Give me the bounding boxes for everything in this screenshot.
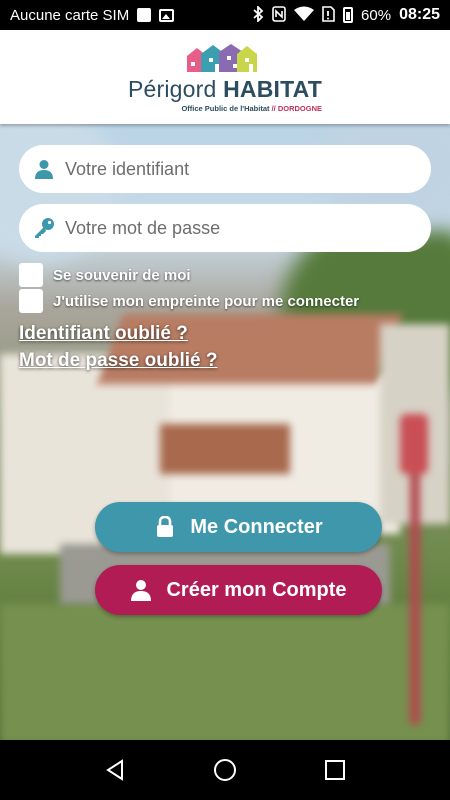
password-placeholder: Votre mot de passe — [65, 217, 221, 238]
brand-name-bold: HABITAT — [223, 75, 323, 102]
fingerprint-row[interactable]: J'utilise mon empreinte pour me connecte… — [19, 289, 359, 313]
username-field[interactable]: Votre identifiant — [19, 145, 431, 193]
connect-button[interactable]: Me Connecter — [95, 502, 382, 552]
forgot-password-link[interactable]: Mot de passe oublié ? — [19, 350, 217, 372]
bluetooth-icon — [252, 4, 264, 25]
remember-me-label: Se souvenir de moi — [53, 266, 191, 284]
app-header: Périgord HABITAT Office Public de l'Habi… — [0, 30, 450, 124]
key-icon — [33, 217, 55, 239]
wifi-icon — [294, 6, 315, 25]
forgot-id-link[interactable]: Identifiant oublié ? — [19, 323, 188, 345]
notification-icon — [137, 8, 152, 22]
fingerprint-label: J'utilise mon empreinte pour me connecte… — [53, 292, 360, 310]
username-placeholder: Votre identifiant — [65, 158, 190, 179]
android-nav-bar — [0, 740, 450, 800]
brand-subtitle-accent: // DORDOGNE — [269, 103, 323, 113]
carrier-text: Aucune carte SIM — [10, 6, 130, 24]
logo-houses-icon — [187, 43, 257, 72]
status-bar: Aucune carte SIM 60% 08:25 — [0, 0, 450, 30]
remember-me-row[interactable]: Se souvenir de moi — [19, 263, 191, 287]
brand-subtitle: Office Public de l'Habitat // DORDOGNE — [181, 104, 322, 113]
user-icon — [33, 158, 55, 180]
password-field[interactable]: Votre mot de passe — [19, 204, 431, 252]
recents-icon[interactable] — [315, 750, 355, 790]
create-account-button[interactable]: Créer mon Compte — [95, 565, 382, 615]
fingerprint-checkbox[interactable] — [19, 289, 43, 313]
perigord-habitat-logo: Périgord HABITAT Office Public de l'Habi… — [128, 42, 322, 113]
brand-name: Périgord HABITAT — [128, 76, 322, 103]
connect-button-label: Me Connecter — [190, 515, 323, 538]
nfc-icon — [272, 5, 286, 25]
battery-icon — [343, 7, 354, 23]
battery-percent: 60% — [361, 6, 392, 24]
no-sim-icon — [322, 5, 335, 25]
clock: 08:25 — [399, 6, 440, 23]
home-icon[interactable] — [205, 750, 245, 790]
remember-me-checkbox[interactable] — [19, 263, 43, 287]
brand-subtitle-text: Office Public de l'Habitat — [181, 103, 270, 113]
image-icon — [159, 8, 175, 22]
brand-name-light: Périgord — [127, 75, 224, 102]
back-icon[interactable] — [95, 750, 135, 790]
lock-icon — [154, 516, 176, 538]
create-account-button-label: Créer mon Compte — [166, 578, 347, 601]
user-icon — [130, 579, 152, 601]
